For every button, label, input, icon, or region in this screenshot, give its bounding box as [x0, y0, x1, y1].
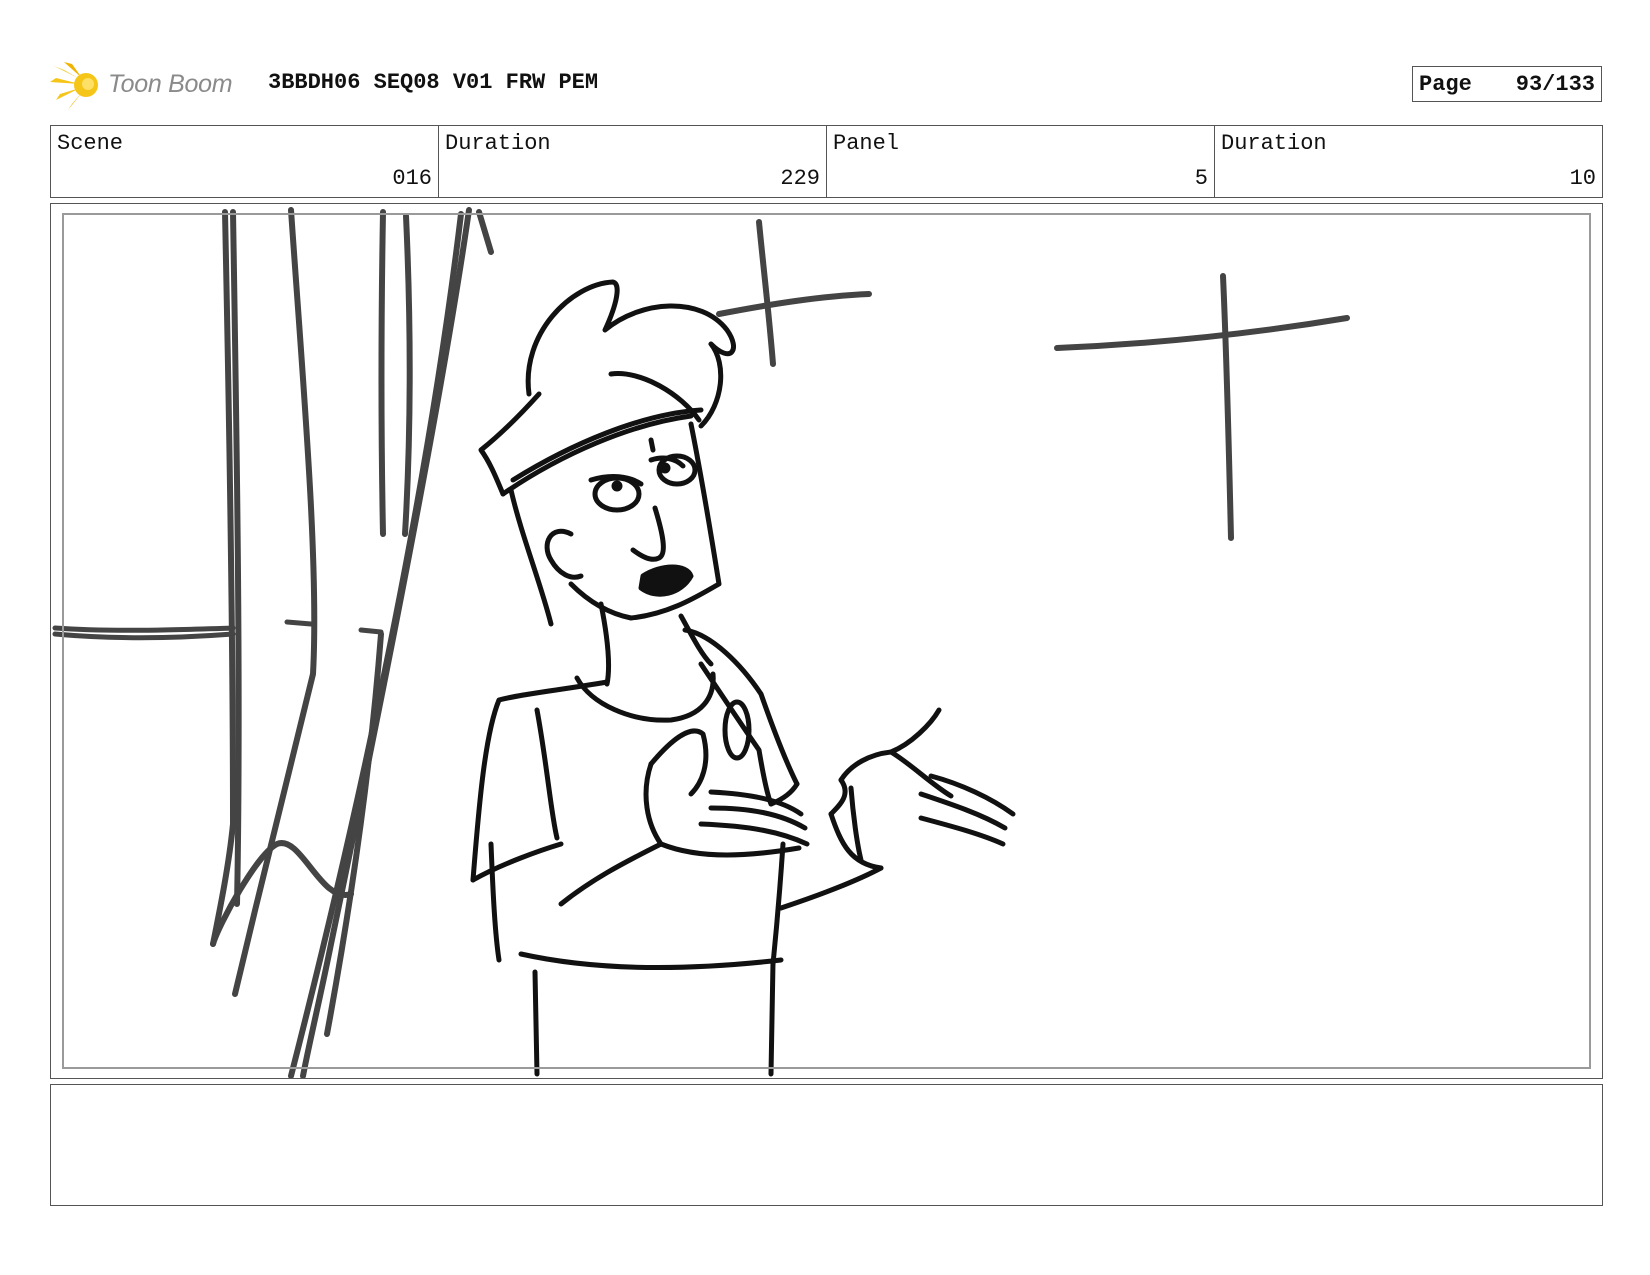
- toon-boom-star-icon: [50, 62, 98, 110]
- scene-duration-value: 229: [780, 166, 820, 191]
- panel-duration-value: 10: [1569, 166, 1596, 191]
- panel-notes-box[interactable]: [50, 1084, 1603, 1206]
- storyboard-panel-frame: [50, 203, 1603, 1079]
- scene-duration-cell: Duration 229: [439, 126, 827, 197]
- scene-cell: Scene 016: [51, 126, 439, 197]
- page-header: Toon Boom 3BBDH06 SEQ08 V01 FRW PEM Page…: [50, 56, 1602, 110]
- logo-text: Toon Boom: [108, 70, 233, 98]
- scene-value: 016: [392, 166, 432, 191]
- project-title: 3BBDH06 SEQ08 V01 FRW PEM: [268, 70, 599, 95]
- panel-value: 5: [1194, 166, 1208, 191]
- panel-duration-label: Duration: [1221, 131, 1327, 156]
- panel-cell: Panel 5: [827, 126, 1215, 197]
- page-indicator: Page 93/133: [1412, 66, 1602, 102]
- toon-boom-logo: Toon Boom: [50, 60, 250, 110]
- page-label: Page: [1419, 71, 1472, 97]
- page-number: 93/133: [1515, 71, 1595, 97]
- panel-safe-area-border: [62, 213, 1591, 1069]
- scene-duration-label: Duration: [445, 131, 551, 156]
- scene-info-table: Scene 016 Duration 229 Panel 5 Duration …: [50, 125, 1603, 198]
- panel-label: Panel: [833, 131, 900, 156]
- panel-duration-cell: Duration 10: [1215, 126, 1602, 197]
- scene-label: Scene: [57, 131, 124, 156]
